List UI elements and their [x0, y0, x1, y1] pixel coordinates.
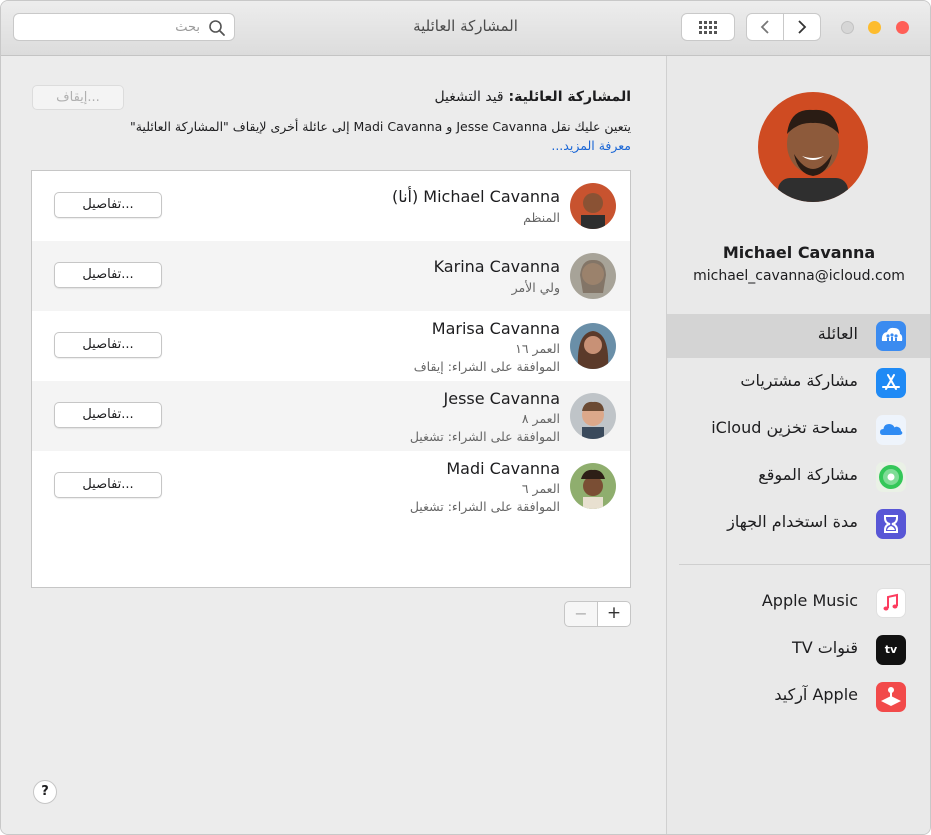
sidebar-item-label: مساحة تخزين iCloud: [711, 418, 858, 437]
member-name: Madi Cavanna: [446, 459, 560, 478]
status-label: المشاركة العائلية:: [508, 89, 632, 105]
details-button[interactable]: تفاصيل...: [54, 262, 162, 288]
sidebar-item-label: مدة استخدام الجهاز: [727, 512, 858, 531]
find-my-icon: [876, 462, 906, 492]
show-all-button[interactable]: [681, 13, 735, 41]
member-row: Michael Cavanna (أنا) المنظم تفاصيل...: [32, 171, 630, 241]
member-purchase-approval: الموافقة على الشراء: تشغيل: [409, 429, 560, 444]
member-role: العمر ١٦: [515, 341, 560, 356]
music-icon: [876, 588, 906, 618]
member-role: المنظم: [523, 210, 560, 225]
status-description: يتعين عليك نقل Jesse Cavanna و Madi Cava…: [129, 119, 631, 134]
sidebar-item-label: Apple آركيد: [774, 685, 858, 704]
member-name: Marisa Cavanna: [431, 319, 560, 338]
profile-name: Michael Cavanna: [722, 243, 876, 262]
member-role: العمر ٦: [521, 481, 560, 496]
help-button[interactable]: ?: [33, 780, 57, 804]
sidebar: Michael Cavanna michael_cavanna@icloud.c…: [666, 56, 930, 834]
minus-icon: −: [574, 604, 588, 623]
close-button[interactable]: [896, 21, 909, 34]
sidebar-item-label: العائلة: [817, 324, 858, 343]
family-icon: [876, 321, 906, 351]
member-row: Jesse Cavanna العمر ٨ الموافقة على الشرا…: [32, 381, 630, 451]
app-store-icon: [876, 368, 906, 398]
chevron-right-icon: [798, 20, 807, 34]
sidebar-item-icloud-storage[interactable]: مساحة تخزين iCloud: [667, 408, 930, 452]
sidebar-item-location-sharing[interactable]: مشاركة الموقع: [667, 455, 930, 499]
title-bar: بحث المشاركة العائلية: [1, 1, 930, 56]
stop-button[interactable]: إيقاف...: [32, 85, 124, 110]
member-purchase-approval: الموافقة على الشراء: تشغيل: [409, 499, 560, 514]
sidebar-item-label: قنوات TV: [791, 638, 858, 657]
learn-more-link[interactable]: معرفة المزيد...: [551, 138, 631, 153]
member-purchase-approval: الموافقة على الشراء: إيقاف: [413, 359, 560, 374]
sidebar-divider: [679, 564, 930, 565]
tv-icon: tv: [876, 635, 906, 665]
forward-button[interactable]: [783, 13, 821, 41]
sidebar-item-purchase-sharing[interactable]: مشاركة مشتريات: [667, 361, 930, 405]
icloud-icon: [876, 415, 906, 445]
members-list: Michael Cavanna (أنا) المنظم تفاصيل... K…: [31, 170, 631, 588]
member-avatar: [570, 393, 616, 439]
profile-photo[interactable]: [758, 92, 868, 202]
minimize-button[interactable]: [868, 21, 881, 34]
sidebar-item-screen-time[interactable]: مدة استخدام الجهاز: [667, 502, 930, 546]
plus-icon: +: [606, 603, 622, 623]
status-value: قيد التشغيل: [434, 89, 504, 105]
member-role: العمر ٨: [521, 411, 560, 426]
family-sharing-status: المشاركة العائلية: قيد التشغيل: [434, 89, 631, 105]
chevron-left-icon: [760, 20, 769, 34]
sidebar-item-label: Apple Music: [761, 591, 858, 610]
details-button[interactable]: تفاصيل...: [54, 472, 162, 498]
avatar: [758, 92, 868, 202]
details-button[interactable]: تفاصيل...: [54, 332, 162, 358]
member-row: Karina Cavanna ولي الأمر تفاصيل...: [32, 241, 630, 311]
tv-icon-text: tv: [884, 643, 898, 656]
sidebar-item-tv-channels[interactable]: tv قنوات TV: [667, 628, 930, 672]
member-role: ولي الأمر: [511, 280, 560, 295]
member-name: Jesse Cavanna: [443, 389, 561, 408]
member-name: Karina Cavanna: [433, 257, 560, 276]
sidebar-item-label: مشاركة الموقع: [758, 465, 858, 484]
member-avatar: [570, 183, 616, 229]
add-member-button[interactable]: +: [597, 601, 631, 627]
window: بحث المشاركة العائلية المشاركة العائلية:…: [0, 0, 931, 835]
arcade-icon: [876, 682, 906, 712]
zoom-button-disabled[interactable]: [841, 21, 854, 34]
member-name: Michael Cavanna (أنا): [391, 187, 560, 206]
remove-member-button[interactable]: −: [564, 601, 598, 627]
sidebar-item-label: مشاركة مشتريات: [740, 371, 858, 390]
sidebar-item-family[interactable]: العائلة: [667, 314, 930, 358]
member-avatar: [570, 323, 616, 369]
details-button[interactable]: تفاصيل...: [54, 402, 162, 428]
member-row: Marisa Cavanna العمر ١٦ الموافقة على الش…: [32, 311, 630, 381]
sidebar-item-apple-arcade[interactable]: Apple آركيد: [667, 675, 930, 719]
sidebar-item-apple-music[interactable]: Apple Music: [667, 581, 930, 625]
profile-email: michael_cavanna@icloud.com: [693, 268, 905, 284]
member-avatar: [570, 253, 616, 299]
screen-time-icon: [876, 509, 906, 539]
details-button[interactable]: تفاصيل...: [54, 192, 162, 218]
grid-icon: [699, 21, 717, 34]
back-button[interactable]: [746, 13, 784, 41]
member-row: Madi Cavanna العمر ٦ الموافقة على الشراء…: [32, 451, 630, 521]
member-avatar: [570, 463, 616, 509]
main-pane: المشاركة العائلية: قيد التشغيل إيقاف... …: [1, 56, 666, 834]
